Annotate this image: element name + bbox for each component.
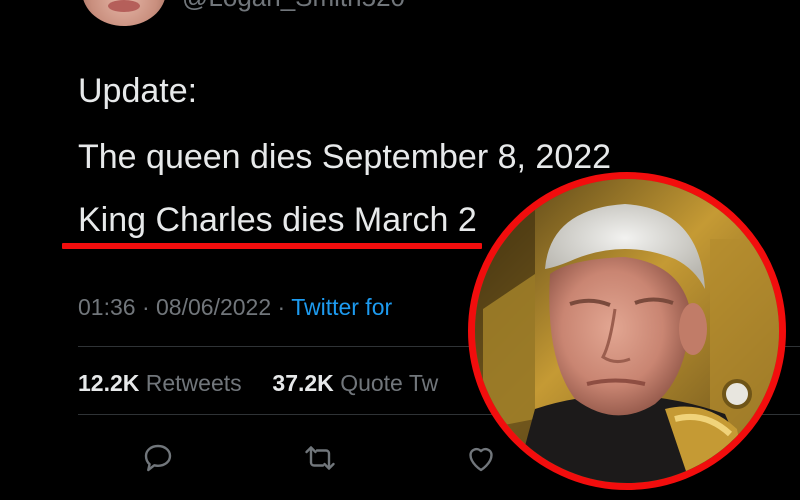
retweet-icon: [305, 446, 335, 470]
tweet-meta: 01:36 · 08/06/2022 · Twitter for: [78, 294, 392, 321]
like-button[interactable]: [463, 440, 499, 476]
user-handle[interactable]: @Logan_Smith520: [182, 0, 405, 13]
avatar-mouth: [108, 0, 140, 12]
tweet-stats: 12.2K Retweets 37.2K Quote Tw: [78, 370, 438, 397]
like-icon: [469, 447, 493, 472]
reply-icon: [144, 444, 172, 472]
reply-button[interactable]: [140, 440, 176, 476]
retweets-label: Retweets: [145, 370, 242, 396]
tweet-text-line-2: The queen dies September 8, 2022: [78, 138, 612, 176]
portrait-photo: [475, 179, 779, 483]
quotes-count: 37.2K: [272, 370, 334, 396]
meta-separator: ·: [277, 294, 286, 320]
tweet-time[interactable]: 01:36: [78, 294, 136, 320]
quotes-stat[interactable]: 37.2K Quote Tw: [272, 370, 438, 396]
meta-separator: ·: [141, 294, 150, 320]
avatar[interactable]: [82, 0, 166, 26]
portrait-photo-overlay: [468, 172, 786, 490]
retweets-count: 12.2K: [78, 370, 140, 396]
quotes-label: Quote Tw: [340, 370, 439, 396]
tweet-text-line-1: Update:: [78, 72, 198, 110]
tweet-date[interactable]: 08/06/2022: [156, 294, 271, 320]
retweets-stat[interactable]: 12.2K Retweets: [78, 370, 248, 396]
tweet-source-link[interactable]: Twitter for: [291, 294, 392, 320]
red-underline-annotation: [62, 243, 482, 249]
retweet-button[interactable]: [302, 440, 338, 476]
tweet-text-line-3: King Charles dies March 2: [78, 201, 477, 239]
